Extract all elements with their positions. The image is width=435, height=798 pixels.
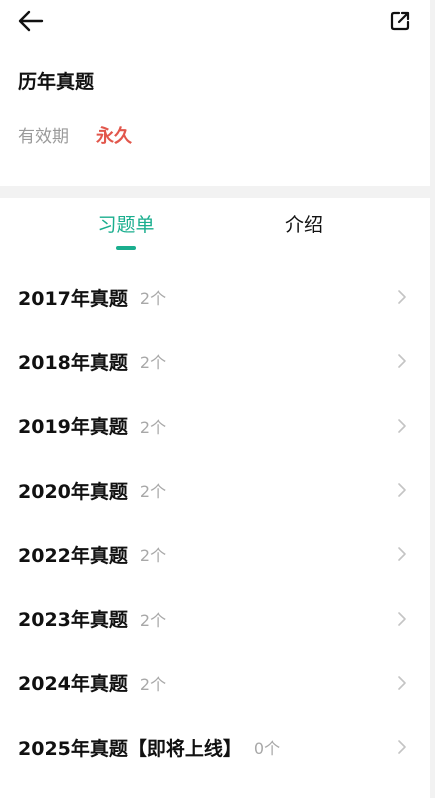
exercise-list-card: 习题单 介绍 2017年真题 2个 2018年真题 2个 2019年真题 2个 …: [0, 198, 430, 798]
item-title: 2017年真题: [18, 287, 128, 310]
tab-introduction[interactable]: 介绍: [285, 211, 323, 241]
validity-label: 有效期: [18, 127, 69, 147]
chevron-right-icon: [396, 610, 408, 628]
list-item-2018[interactable]: 2018年真题 2个: [0, 329, 430, 393]
external-link-icon: [390, 11, 410, 31]
exercise-list: 2017年真题 2个 2018年真题 2个 2019年真题 2个 2020年真题…: [0, 265, 430, 779]
item-count: 2个: [139, 674, 167, 694]
chevron-right-icon: [396, 417, 408, 435]
item-title: 2023年真题: [18, 609, 128, 632]
item-count: 2个: [139, 289, 167, 309]
arrow-left-icon: [18, 10, 44, 32]
list-item-2024[interactable]: 2024年真题 2个: [0, 651, 430, 715]
chevron-right-icon: [396, 545, 408, 563]
item-title: 2020年真题: [18, 480, 128, 503]
item-count: 2个: [139, 610, 167, 630]
chevron-right-icon: [396, 352, 408, 370]
item-title: 2019年真题: [18, 416, 128, 439]
back-button[interactable]: [18, 6, 50, 36]
tab-exercise-sheets[interactable]: 习题单: [97, 211, 154, 241]
list-item-2017[interactable]: 2017年真题 2个: [0, 265, 430, 329]
chevron-right-icon: [396, 738, 408, 756]
chevron-right-icon: [396, 288, 408, 306]
share-button[interactable]: [385, 6, 415, 36]
list-item-2023[interactable]: 2023年真题 2个: [0, 586, 430, 650]
validity-value: 永久: [96, 126, 132, 147]
list-item-2020[interactable]: 2020年真题 2个: [0, 458, 430, 522]
list-item-2025[interactable]: 2025年真题【即将上线】 0个: [0, 715, 430, 779]
item-title: 2022年真题: [18, 544, 128, 567]
item-count: 2个: [139, 353, 167, 373]
chevron-right-icon: [396, 674, 408, 692]
item-title: 2025年真题【即将上线】: [18, 737, 242, 760]
item-count: 2个: [139, 546, 167, 566]
item-title: 2024年真题: [18, 673, 128, 696]
active-tab-indicator: [116, 246, 136, 250]
item-count: 0个: [253, 739, 281, 759]
item-title: 2018年真题: [18, 351, 128, 374]
chevron-right-icon: [396, 481, 408, 499]
course-info-card: 历年真题 有效期 永久: [0, 0, 430, 186]
list-item-2019[interactable]: 2019年真题 2个: [0, 394, 430, 458]
list-item-2022[interactable]: 2022年真题 2个: [0, 522, 430, 586]
item-count: 2个: [139, 482, 167, 502]
page-title: 历年真题: [18, 71, 95, 93]
item-count: 2个: [139, 417, 167, 437]
